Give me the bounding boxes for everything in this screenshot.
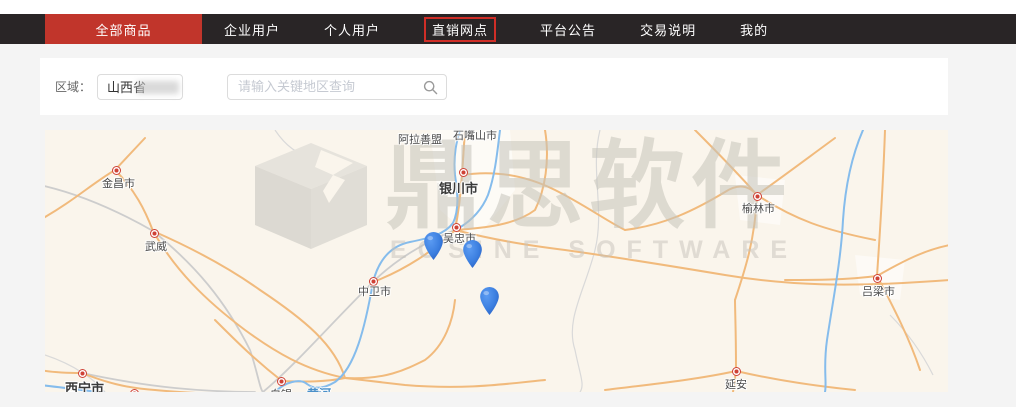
nav-tab-6[interactable]: 交易说明 (618, 14, 718, 44)
content-area: 区域： 山西省 (0, 44, 1016, 407)
top-strip (0, 0, 1016, 14)
nav-tab-3[interactable]: 个人用户 (302, 14, 402, 44)
nav-tab-1[interactable]: 全部商品 (45, 14, 202, 44)
search-box (227, 74, 447, 100)
map-canvas[interactable]: 鼎思软件 EOSINE SOFTWARE 阿拉善盟石嘴山市银川市吴忠市金昌市武威… (45, 130, 948, 392)
nav-tab-7[interactable]: 我的 (718, 14, 790, 44)
highlight-annotation-box: 直销网点 (424, 17, 496, 42)
map-pins (45, 130, 948, 392)
search-icon[interactable] (423, 80, 438, 95)
nav-tabs: 全部商品企业用户个人用户直销网点平台公告交易说明我的 (45, 14, 790, 44)
nav-tab-2[interactable]: 企业用户 (202, 14, 302, 44)
region-select[interactable]: 山西省 (97, 74, 183, 100)
map-pin-1[interactable] (424, 232, 443, 265)
region-label: 区域： (55, 78, 91, 95)
page: 全部商品企业用户个人用户直销网点平台公告交易说明我的 区域： 山西省 (0, 0, 1024, 407)
map-pin-2[interactable] (463, 240, 482, 273)
map-pin-3[interactable] (480, 287, 499, 320)
nav-tab-5[interactable]: 平台公告 (518, 14, 618, 44)
censored-region-text (137, 81, 179, 94)
search-input[interactable] (227, 74, 447, 100)
filter-panel: 区域： 山西省 (40, 58, 948, 115)
nav-tab-4[interactable]: 直销网点 (402, 14, 518, 44)
main-nav: 全部商品企业用户个人用户直销网点平台公告交易说明我的 (0, 14, 1016, 44)
